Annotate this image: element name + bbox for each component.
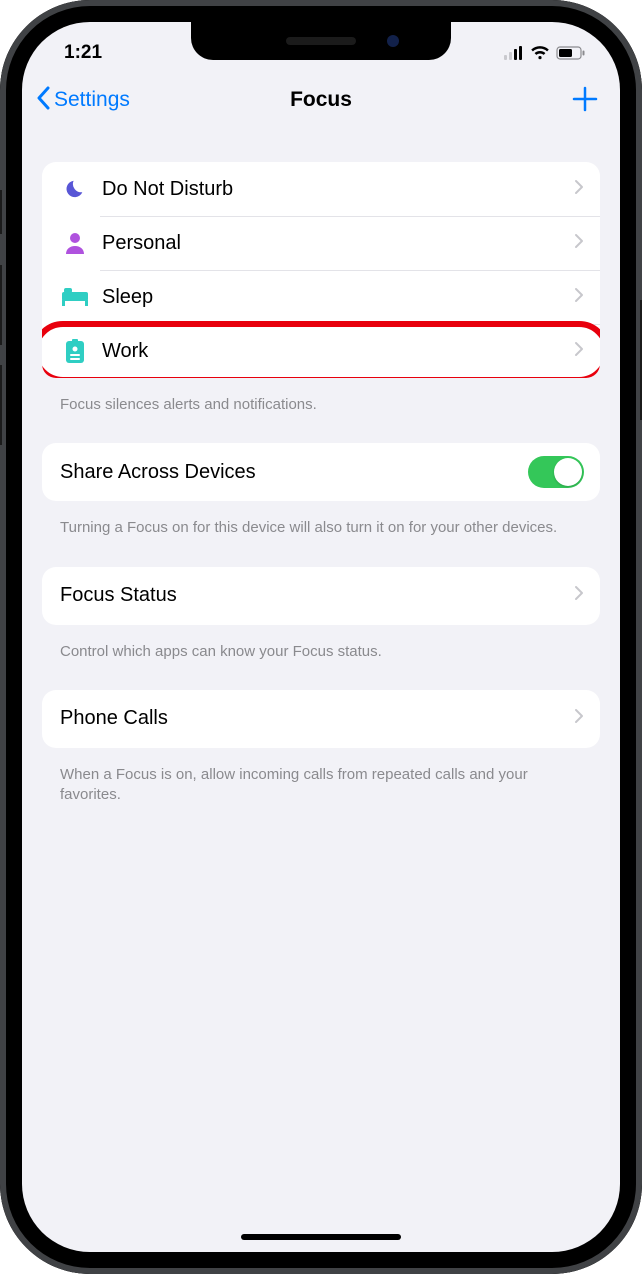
chevron-left-icon <box>36 86 50 114</box>
add-button[interactable] <box>572 82 598 118</box>
row-label: Sleep <box>90 286 574 309</box>
row-label: Focus Status <box>60 584 574 607</box>
share-toggle[interactable] <box>528 456 584 488</box>
side-button-vol-up <box>0 265 2 345</box>
cellular-signal-icon <box>504 46 524 60</box>
person-icon <box>60 232 90 254</box>
row-label: Share Across Devices <box>60 461 528 484</box>
chevron-right-icon <box>574 585 584 606</box>
back-label: Settings <box>54 88 130 112</box>
plus-icon <box>572 86 598 112</box>
focus-mode-sleep[interactable]: Sleep <box>42 270 600 324</box>
badge-icon <box>60 339 90 363</box>
chevron-right-icon <box>574 233 584 254</box>
row-label: Work <box>90 340 574 363</box>
back-button[interactable]: Settings <box>36 86 130 114</box>
share-footer: Turning a Focus on for this device will … <box>42 511 600 566</box>
chevron-right-icon <box>574 287 584 308</box>
screen: 1:21 Settings Focus <box>22 22 620 1252</box>
nav-bar: Settings Focus <box>22 72 620 128</box>
side-button-mute <box>0 190 2 234</box>
focus-status-group: Focus Status <box>42 567 600 625</box>
row-label: Personal <box>90 232 574 255</box>
home-indicator[interactable] <box>241 1234 401 1240</box>
focus-status-row[interactable]: Focus Status <box>42 567 600 625</box>
chevron-right-icon <box>574 179 584 200</box>
row-label: Do Not Disturb <box>90 178 574 201</box>
battery-icon <box>556 46 586 60</box>
moon-icon <box>60 178 90 200</box>
share-group: Share Across Devices <box>42 443 600 501</box>
chevron-right-icon <box>574 341 584 362</box>
wifi-icon <box>530 46 550 60</box>
focus-status-footer: Control which apps can know your Focus s… <box>42 635 600 690</box>
side-button-vol-down <box>0 365 2 445</box>
status-time: 1:21 <box>64 42 102 64</box>
phone-calls-group: Phone Calls <box>42 690 600 748</box>
chevron-right-icon <box>574 708 584 729</box>
share-across-devices-row[interactable]: Share Across Devices <box>42 443 600 501</box>
bed-icon <box>60 288 90 306</box>
device-notch <box>191 22 451 60</box>
phone-calls-footer: When a Focus is on, allow incoming calls… <box>42 758 600 834</box>
focus-mode-work[interactable]: Work <box>42 324 600 378</box>
device-frame: 1:21 Settings Focus <box>0 0 642 1274</box>
focus-modes-group: Do Not Disturb Personal <box>42 162 600 378</box>
focus-mode-personal[interactable]: Personal <box>42 216 600 270</box>
row-label: Phone Calls <box>60 707 574 730</box>
phone-calls-row[interactable]: Phone Calls <box>42 690 600 748</box>
focus-modes-footer: Focus silences alerts and notifications. <box>42 388 600 443</box>
focus-mode-do-not-disturb[interactable]: Do Not Disturb <box>42 162 600 216</box>
